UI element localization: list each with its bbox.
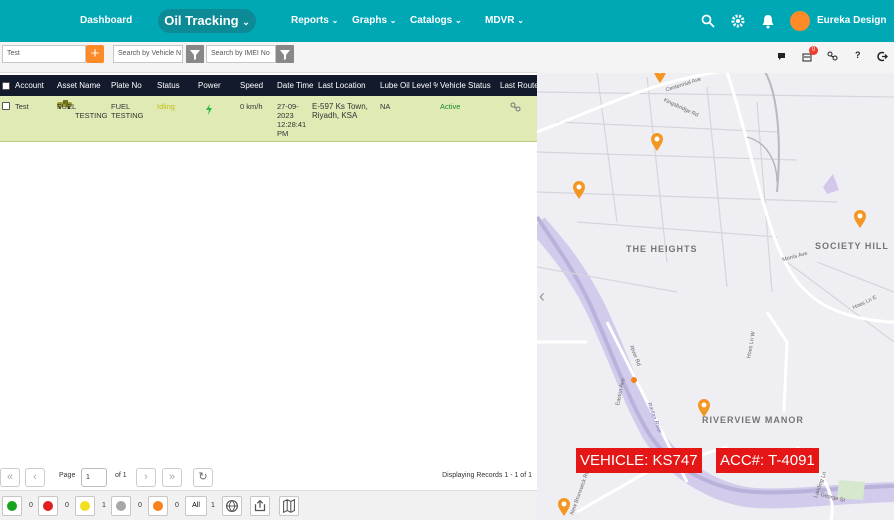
header-vehicle-status[interactable]: Vehicle Status (440, 75, 497, 96)
message-icon[interactable] (777, 52, 786, 61)
lube-oil-cell: NA (380, 102, 391, 111)
add-filter-button[interactable]: + (86, 45, 104, 63)
tracking-panel: Test + Search by Vehicle N Search by IME… (0, 42, 537, 520)
green-count: 0 (29, 502, 33, 509)
red-status-button[interactable] (38, 496, 58, 516)
page-label: Page (59, 472, 76, 479)
map-icon[interactable] (279, 496, 299, 516)
vehicle-label: VEHICLE: KS747 (576, 448, 702, 473)
globe-icon[interactable] (222, 496, 242, 516)
yellow-status-button[interactable] (75, 496, 95, 516)
chevron-down-icon: ⌄ (517, 16, 524, 25)
page-input[interactable]: 1 (81, 468, 107, 487)
reports-nav[interactable]: Reports ⌄ (291, 0, 338, 42)
orange-count: 0 (175, 502, 179, 509)
orange-status-icon (153, 501, 163, 511)
vehicle-marker[interactable] (650, 132, 664, 152)
dashboard-nav[interactable]: Dashboard (80, 0, 132, 42)
route-toggle-icon[interactable] (827, 51, 838, 61)
header-last-route[interactable]: Last Route (500, 75, 537, 96)
last-location-cell: E-597 Ks Town, Riyadh, KSA (312, 102, 368, 120)
pagination: « ‹ Page 1 of 1 › » ↻ Displaying Records… (0, 465, 537, 490)
vehicle-status-cell: Active (440, 102, 461, 111)
record-summary: Displaying Records 1 - 1 of 1 (442, 472, 532, 479)
vehicle-marker[interactable] (697, 398, 711, 418)
filter-bar: Test + Search by Vehicle N Search by IME… (0, 42, 537, 73)
area-label-the-heights: THE HEIGHTS (626, 244, 698, 254)
vehicle-filter-icon[interactable] (186, 45, 204, 63)
chevron-down-icon: ⌄ (389, 16, 397, 25)
avatar[interactable] (790, 11, 810, 31)
asset-name-cell: FUEL TESTING (57, 102, 108, 120)
vehicle-marker[interactable] (557, 497, 571, 517)
all-status-button[interactable]: All (185, 496, 207, 516)
header-date-time[interactable]: Date Time (277, 75, 317, 96)
imei-filter-icon[interactable] (276, 45, 294, 63)
status-cell: Idling (157, 102, 175, 111)
user-name[interactable]: Eureka Design (817, 0, 886, 42)
header-asset-name[interactable]: Asset Name (57, 75, 109, 96)
chevron-down-icon: ⌄ (455, 16, 462, 25)
collapse-panel-icon[interactable]: ‹ (539, 286, 545, 307)
previous-page-button[interactable]: ‹ (25, 468, 45, 487)
next-page-button[interactable]: › (136, 468, 156, 487)
top-navigation: Dashboard Oil Tracking ⌄ Reports ⌄ Graph… (0, 0, 894, 42)
bell-icon[interactable] (760, 13, 776, 29)
date-time-cell: 27-09-2023 12:28:41 PM (277, 102, 307, 138)
power-icon (206, 104, 212, 115)
imei-search-input[interactable]: Search by IMEI No (206, 45, 276, 63)
header-power[interactable]: Power (198, 75, 236, 96)
account-label: ACC#: T-4091 (716, 448, 819, 473)
oil-tracking-nav[interactable]: Oil Tracking ⌄ (158, 9, 256, 33)
help-icon[interactable]: ? (855, 50, 861, 60)
speed-cell: 0 km/h (240, 102, 263, 111)
gray-status-button[interactable] (111, 496, 131, 516)
table-header: Account Asset Name Plate No Status Power… (0, 75, 537, 96)
red-status-icon (43, 501, 53, 511)
header-plate-no[interactable]: Plate No (111, 75, 156, 96)
area-label-society-hill: SOCIETY HILL (815, 241, 889, 251)
header-status[interactable]: Status (157, 75, 197, 96)
last-page-button[interactable]: » (162, 468, 182, 487)
vehicle-marker[interactable] (572, 180, 586, 200)
gray-status-icon (116, 501, 126, 511)
map-toolbar: ? (537, 42, 894, 73)
select-all-checkbox[interactable] (2, 82, 10, 90)
table-row[interactable]: Test FUEL TESTING FUEL TESTING Idling 0 … (0, 96, 537, 142)
mdvr-nav[interactable]: MDVR ⌄ (485, 0, 524, 42)
area-label-riverview-manor: RIVERVIEW MANOR (702, 415, 804, 425)
gray-count: 0 (138, 502, 142, 509)
header-lube-oil-level[interactable]: Lube Oil Level % (380, 75, 438, 96)
header-account[interactable]: Account (15, 75, 53, 96)
catalogs-nav[interactable]: Catalogs ⌄ (410, 0, 462, 42)
refresh-button[interactable]: ↻ (193, 468, 213, 487)
row-checkbox[interactable] (2, 102, 10, 110)
chevron-down-icon: ⌄ (242, 17, 250, 27)
account-cell: Test (15, 102, 29, 111)
status-filter-bar: 0 0 1 0 0 All 1 (0, 490, 537, 520)
all-count: 1 (211, 502, 215, 509)
gear-icon[interactable] (730, 13, 746, 29)
plate-no-cell: FUEL TESTING (111, 102, 144, 120)
yellow-status-icon (80, 501, 90, 511)
header-speed[interactable]: Speed (240, 75, 275, 96)
yellow-count: 1 (102, 502, 106, 509)
green-status-button[interactable] (2, 496, 22, 516)
route-icon[interactable] (510, 102, 521, 112)
header-last-location[interactable]: Last Location (318, 75, 378, 96)
orange-status-button[interactable] (148, 496, 168, 516)
graphs-nav[interactable]: Graphs ⌄ (352, 0, 397, 42)
account-filter-input[interactable]: Test (2, 45, 86, 63)
search-icon[interactable] (700, 13, 716, 29)
vehicle-marker[interactable] (853, 209, 867, 229)
first-page-button[interactable]: « (0, 468, 20, 487)
notification-badge: 0 (809, 46, 818, 55)
red-count: 0 (65, 502, 69, 509)
logout-icon[interactable] (877, 51, 888, 62)
chevron-down-icon: ⌄ (331, 16, 339, 25)
vehicle-search-input[interactable]: Search by Vehicle N (113, 45, 183, 63)
page-count: of 1 (115, 472, 127, 479)
green-status-icon (7, 501, 17, 511)
share-icon[interactable] (250, 496, 270, 516)
